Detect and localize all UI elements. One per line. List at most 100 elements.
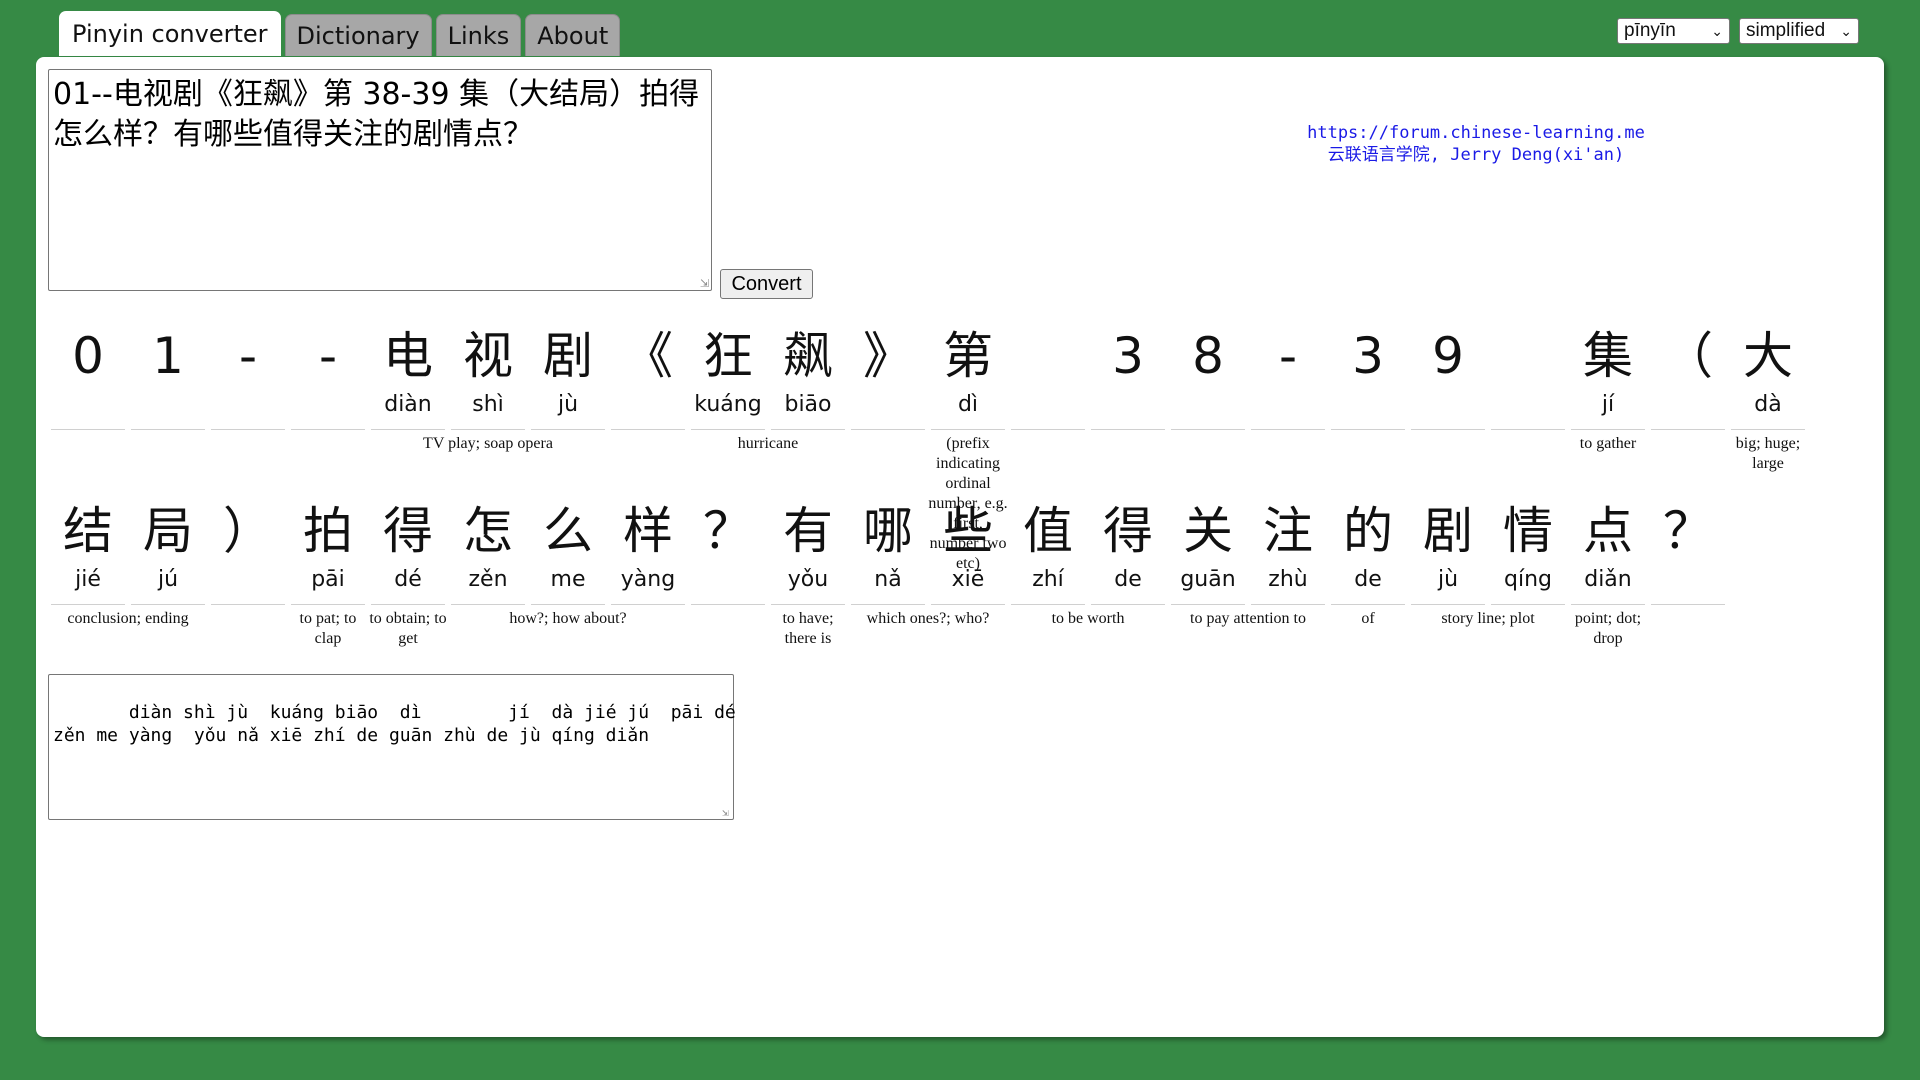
definition: hurricane	[737, 435, 799, 452]
convert-button[interactable]: Convert	[720, 269, 813, 299]
pinyin: zhù	[1268, 567, 1308, 592]
cell-divider	[531, 429, 605, 430]
hanzi: 大	[1743, 327, 1793, 385]
chevron-down-icon: ⌄	[1711, 22, 1723, 39]
char-cell[interactable]: ？	[688, 494, 768, 669]
char-cell[interactable]: 《	[608, 319, 688, 494]
hanzi: 有	[783, 502, 833, 560]
char-cell[interactable]: 么 me	[528, 494, 608, 669]
pinyin: nǎ	[874, 567, 902, 592]
pinyin: diàn	[384, 392, 432, 417]
hanzi	[1008, 319, 1088, 394]
definition: which ones?; who?	[866, 610, 990, 627]
cell-divider	[1491, 429, 1565, 430]
definition: point; dot; drop	[1574, 610, 1642, 647]
char-cell[interactable]: 的 de	[1328, 494, 1408, 669]
definition: TV play; soap opera	[423, 435, 553, 452]
pinyin	[1408, 394, 1488, 424]
converter-panel: 01--电视剧《狂飙》第 38-39 集（大结局）拍得怎么样？有哪些值得关注的剧…	[36, 57, 1884, 1037]
hanzi: 结	[63, 502, 113, 560]
char-cell[interactable]: ？	[1648, 494, 1728, 669]
cell-divider	[451, 429, 525, 430]
char-cell[interactable]: 注 zhù	[1248, 494, 1328, 669]
char-cell[interactable]: 情 qíng	[1488, 494, 1568, 669]
author-credit: 云联语言学院, Jerry Deng(xi'an)	[1327, 145, 1625, 165]
tab-pinyin-converter[interactable]: Pinyin converter	[59, 11, 281, 56]
pinyin-output[interactable]: diàn shì jù kuáng biāo dì jí dà jié jú p…	[48, 674, 736, 820]
char-cell[interactable]: 电 diàn	[368, 319, 448, 494]
char-cell[interactable]: 些 xiē	[928, 494, 1008, 669]
resize-handle-icon[interactable]: ⇲	[722, 807, 732, 818]
tab-links[interactable]: Links	[435, 14, 522, 56]
hanzi: -	[1278, 327, 1298, 385]
cell-divider	[1331, 429, 1405, 430]
annotation-grid: 0 1- - 电 diàn 视 shì 剧 jù 《狂 kuáng 飙 biāo 》第 dì 3 8-3 9 集 jí…	[48, 319, 1848, 669]
hanzi: 飙	[783, 327, 833, 385]
char-cell[interactable]: 3	[1328, 319, 1408, 494]
cell-divider	[131, 604, 205, 605]
definition: to gather	[1579, 435, 1637, 452]
script-select[interactable]: simplified ⌄	[1739, 18, 1859, 44]
char-cell[interactable]: 集 jí	[1568, 319, 1648, 494]
cell-divider	[371, 604, 445, 605]
char-cell[interactable]: 》	[848, 319, 928, 494]
hanzi: -	[318, 327, 338, 385]
tab-dictionary[interactable]: Dictionary	[284, 14, 432, 56]
char-cell[interactable]: ）	[208, 494, 288, 669]
hanzi: 3	[1352, 327, 1384, 385]
cell-divider	[851, 604, 925, 605]
pinyin: yàng	[620, 567, 676, 592]
romanization-select[interactable]: pīnyīn ⌄	[1617, 18, 1730, 44]
hanzi: 》	[863, 327, 913, 385]
cell-divider	[131, 429, 205, 430]
pinyin	[1248, 394, 1328, 424]
definition: to pat; to clap	[299, 610, 357, 647]
cell-divider	[451, 604, 525, 605]
char-cell[interactable]	[1488, 319, 1568, 494]
char-cell[interactable]: 8	[1168, 319, 1248, 494]
char-cell[interactable]: 哪 nǎ	[848, 494, 928, 669]
char-cell[interactable]: 剧 jù	[1408, 494, 1488, 669]
pinyin	[128, 394, 208, 424]
cell-divider	[611, 429, 685, 430]
hanzi: 集	[1583, 327, 1633, 385]
pinyin: guān	[1180, 567, 1236, 592]
char-cell[interactable]: -	[1248, 319, 1328, 494]
char-cell[interactable]: 怎 zěn	[448, 494, 528, 669]
char-cell[interactable]: 剧 jù	[528, 319, 608, 494]
char-cell[interactable]	[1008, 319, 1088, 494]
char-cell[interactable]: （	[1648, 319, 1728, 494]
cell-divider	[691, 429, 765, 430]
cell-divider	[1571, 429, 1645, 430]
forum-link[interactable]: https://forum.chinese-learning.me	[1276, 122, 1676, 144]
char-cell[interactable]: 1	[128, 319, 208, 494]
char-cell[interactable]: 样 yàng	[608, 494, 688, 669]
resize-handle-icon[interactable]: ⇲	[700, 278, 710, 289]
char-cell[interactable]: 飙 biāo	[768, 319, 848, 494]
char-cell[interactable]: 9	[1408, 319, 1488, 494]
cell-divider	[1011, 429, 1085, 430]
pinyin: kuáng	[694, 392, 762, 417]
pinyin: jù	[557, 392, 579, 417]
hanzi: 第	[943, 327, 993, 385]
pinyin: dì	[957, 392, 979, 417]
char-cell[interactable]: 关 guān	[1168, 494, 1248, 669]
char-cell[interactable]: 得 de	[1088, 494, 1168, 669]
char-cell[interactable]: -	[288, 319, 368, 494]
hanzi: 8	[1192, 327, 1224, 385]
char-cell[interactable]: -	[208, 319, 288, 494]
pinyin: zhí	[1032, 567, 1064, 592]
char-cell[interactable]: 视 shì	[448, 319, 528, 494]
char-cell[interactable]: 3	[1088, 319, 1168, 494]
chinese-input[interactable]: 01--电视剧《狂飙》第 38-39 集（大结局）拍得怎么样？有哪些值得关注的剧…	[48, 69, 712, 291]
char-cell[interactable]: 0	[48, 319, 128, 494]
char-cell[interactable]: 局 jú	[128, 494, 208, 669]
pinyin	[1488, 394, 1568, 424]
char-cell[interactable]: 狂 kuáng	[688, 319, 768, 494]
hanzi: 3	[1112, 327, 1144, 385]
char-cell[interactable]: 值 zhí	[1008, 494, 1088, 669]
pinyin	[48, 394, 128, 424]
char-cell[interactable]: 结 jié	[48, 494, 128, 669]
definition: to obtain; to get	[369, 610, 447, 647]
tab-about[interactable]: About	[525, 14, 621, 56]
